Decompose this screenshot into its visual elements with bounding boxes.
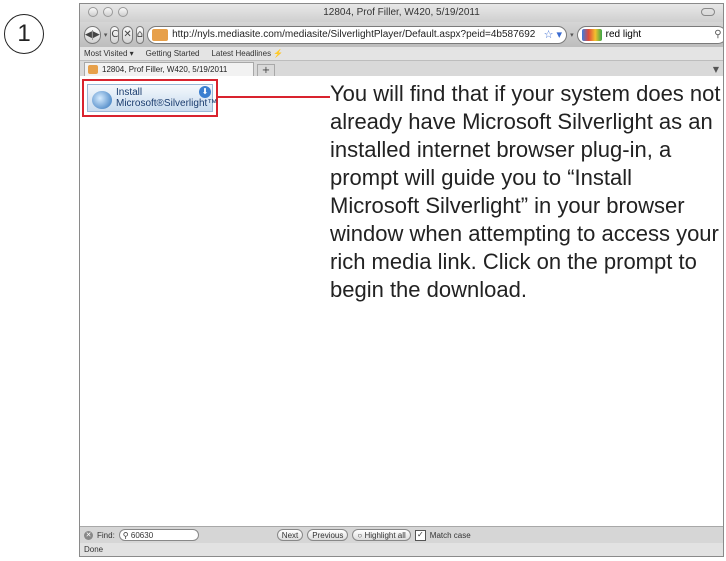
tab-favicon-icon [88, 65, 98, 74]
url-dropdown-icon[interactable]: ▾ [570, 31, 574, 39]
highlight-all-button[interactable]: ○ Highlight all [352, 529, 411, 541]
browser-window: 12804, Prof Filler, W420, 5/19/2011 ◀ ▶ … [79, 3, 724, 557]
find-label: Find: [97, 530, 115, 540]
back-arrow-icon[interactable]: ◀ [85, 29, 93, 40]
search-value: red light [605, 29, 642, 40]
silverlight-line2: Microsoft®Silverlight™ [116, 98, 218, 109]
search-engine-icon[interactable] [581, 28, 602, 41]
bookmarks-bar: Most Visited ▾ Getting Started Latest He… [80, 47, 723, 61]
status-bar: Done [80, 543, 723, 556]
toolbar-toggle-button[interactable] [701, 8, 715, 16]
tab-bar: 12804, Prof Filler, W420, 5/19/2011 + ▼ [80, 61, 723, 77]
find-search-icon: ⚲ [122, 530, 131, 540]
url-bar[interactable]: http://nyls.mediasite.com/mediasite/Silv… [147, 25, 568, 44]
download-arrow-icon: ⬇ [199, 86, 211, 98]
silverlight-install-button[interactable]: Install Microsoft®Silverlight™ ⬇ [87, 84, 217, 112]
tab-list-icon[interactable]: ▼ [713, 65, 719, 74]
find-input[interactable]: ⚲ 60630 [118, 529, 199, 541]
title-bar: 12804, Prof Filler, W420, 5/19/2011 [80, 4, 723, 22]
home-icon: ⌂ [136, 29, 144, 40]
tab-label: 12804, Prof Filler, W420, 5/19/2011 [102, 65, 228, 74]
instruction-text: You will find that if your system does n… [330, 81, 721, 302]
bookmark-star-icon[interactable]: ☆ ▾ [544, 28, 562, 41]
back-forward-group: ◀ ▶ [84, 25, 101, 44]
find-next-button[interactable]: Next [276, 529, 304, 541]
bookmark-most-visited[interactable]: Most Visited ▾ [84, 49, 134, 58]
callout-connector-line [218, 96, 330, 98]
find-value: 60630 [130, 530, 154, 540]
reload-button[interactable]: C [110, 25, 120, 44]
match-case-label: Match case [429, 530, 471, 540]
search-bar[interactable]: red light ⚲ [576, 25, 723, 44]
highlight-all-label: Highlight all [364, 530, 406, 540]
home-button[interactable]: ⌂ [135, 25, 145, 44]
tab-active[interactable]: 12804, Prof Filler, W420, 5/19/2011 [84, 62, 254, 76]
silverlight-logo-icon [92, 91, 112, 109]
search-icon[interactable]: ⚲ [714, 29, 721, 40]
highlight-icon: ○ [357, 530, 365, 540]
window-title: 12804, Prof Filler, W420, 5/19/2011 [323, 7, 480, 18]
close-find-icon[interactable]: ✕ [84, 530, 93, 540]
find-previous-button[interactable]: Previous [307, 529, 349, 541]
site-favicon-icon [152, 28, 169, 41]
find-bar: ✕ Find: ⚲ 60630 Next Previous ○ Highligh… [80, 526, 723, 543]
stop-button[interactable]: ✕ [122, 25, 133, 44]
bookmark-getting-started[interactable]: Getting Started [146, 49, 200, 58]
new-tab-button[interactable]: + [257, 64, 275, 76]
navigation-toolbar: ◀ ▶ ▾ C ✕ ⌂ http://nyls.mediasite.com/me… [80, 22, 723, 47]
bookmark-latest-headlines[interactable]: Latest Headlines ⚡ [211, 49, 283, 58]
reload-icon: C [111, 29, 119, 40]
forward-arrow-icon[interactable]: ▶ [93, 30, 100, 40]
page-content: Install Microsoft®Silverlight™ ⬇ You wil… [80, 76, 723, 526]
history-dropdown-icon[interactable]: ▾ [104, 31, 108, 39]
silverlight-install-highlight: Install Microsoft®Silverlight™ ⬇ [82, 79, 218, 117]
status-text: Done [84, 545, 104, 554]
step-number: 1 [4, 14, 44, 54]
stop-icon: ✕ [123, 29, 132, 40]
match-case-checkbox[interactable]: ✓ [414, 529, 426, 541]
url-text: http://nyls.mediasite.com/mediasite/Silv… [172, 29, 536, 40]
